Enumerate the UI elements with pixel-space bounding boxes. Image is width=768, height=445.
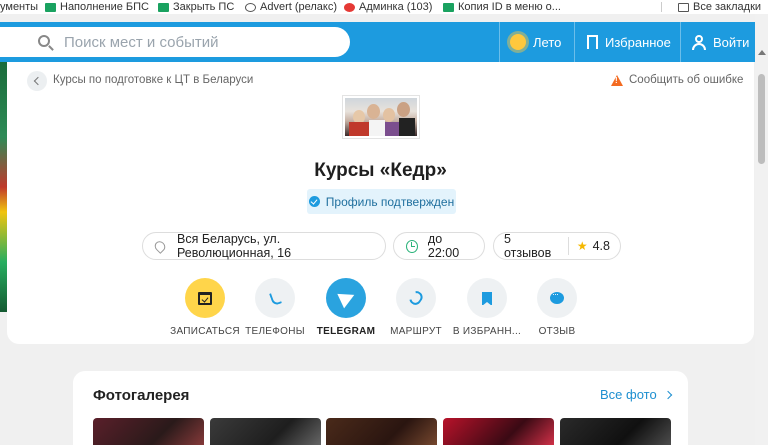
- book-button[interactable]: [185, 278, 225, 318]
- all-photos-link[interactable]: Все фото: [600, 387, 672, 402]
- bookmark-item[interactable]: Закрыть ПС: [158, 0, 234, 14]
- profile-photo[interactable]: [342, 95, 420, 139]
- book-action[interactable]: ЗАПИСАТЬСЯ: [170, 278, 240, 337]
- favorites-label: Избранное: [605, 34, 671, 50]
- bookmark-label: Закрыть ПС: [173, 1, 235, 13]
- address-text: Вся Беларусь, ул. Революционная, 16: [177, 232, 292, 260]
- bookmark-label: ументы: [0, 1, 39, 13]
- folder-icon: [678, 2, 689, 12]
- bookmarks-bar: ументы Наполнение БПС Закрыть ПС Advert …: [0, 0, 768, 14]
- verified-label: Профиль подтвержден: [325, 194, 455, 209]
- back-button[interactable]: [27, 71, 47, 91]
- report-error-label: Сообщить об ошибке: [629, 74, 744, 86]
- review-button[interactable]: [537, 278, 577, 318]
- bookmark-label: Наполнение БПС: [60, 1, 149, 13]
- route-icon: [407, 288, 425, 308]
- bookmark-item[interactable]: Наполнение БПС: [45, 0, 149, 14]
- sheets-icon: [45, 2, 56, 12]
- bookmarks-divider: [661, 2, 662, 12]
- route-button[interactable]: [396, 278, 436, 318]
- calendar-check-icon: [198, 291, 212, 305]
- bookmark-item[interactable]: ументы: [0, 0, 38, 14]
- season-button[interactable]: Лето: [510, 22, 561, 62]
- gallery-title: Фотогалерея: [93, 387, 190, 404]
- favorite-action[interactable]: В ИЗБРАНН...: [452, 278, 522, 337]
- sheets-icon: [443, 2, 454, 12]
- phones-button[interactable]: [255, 278, 295, 318]
- map-pin-icon: [152, 238, 168, 254]
- route-label: МАРШРУТ: [390, 326, 442, 337]
- bookmark-item[interactable]: Копия ID в меню о...: [443, 0, 561, 14]
- gallery-thumbnail[interactable]: [443, 418, 554, 445]
- photo-gallery: Фотогалерея Все фото: [73, 371, 688, 445]
- page-title: Курсы «Кедр»: [314, 160, 447, 181]
- favorite-label: В ИЗБРАНН...: [452, 326, 522, 337]
- chevron-right-icon: [663, 390, 672, 399]
- breadcrumb[interactable]: Курсы по подготовке к ЦТ в Беларуси: [53, 74, 253, 86]
- verified-badge: Профиль подтвержден: [307, 189, 456, 214]
- address-pill[interactable]: Вся Беларусь, ул. Революционная, 16: [142, 232, 386, 260]
- review-label: ОТЗЫВ: [538, 326, 576, 337]
- phone-icon: [268, 290, 282, 306]
- bookmark-icon: [587, 35, 598, 52]
- header-divider: [574, 22, 575, 62]
- scroll-thumb[interactable]: [758, 74, 765, 164]
- bookmark-label: Все закладки: [693, 1, 762, 13]
- site-header: Лето Избранное Войти: [0, 22, 755, 62]
- header-divider: [680, 22, 681, 62]
- login-button[interactable]: Войти: [692, 22, 749, 62]
- telegram-icon: [337, 287, 358, 309]
- gallery-thumbnail[interactable]: [326, 418, 437, 445]
- phones-label: ТЕЛЕФОНЫ: [245, 326, 305, 337]
- pill-divider: [567, 237, 569, 255]
- clock-icon: [406, 239, 418, 253]
- favorite-button[interactable]: [467, 278, 507, 318]
- report-error-link[interactable]: Сообщить об ошибке: [611, 74, 743, 86]
- search-input[interactable]: [64, 34, 334, 51]
- sun-icon: [510, 34, 526, 50]
- search-box[interactable]: [0, 27, 350, 57]
- background-decoration: [0, 62, 7, 312]
- hours-pill[interactable]: до 22:00: [393, 232, 485, 260]
- bookmark-item[interactable]: Advert (релакс): [245, 0, 337, 14]
- star-icon: ★: [576, 239, 588, 253]
- favorites-button[interactable]: Избранное: [587, 22, 671, 62]
- telegram-label: TELEGRAM: [316, 326, 376, 337]
- header-divider: [499, 22, 500, 62]
- gallery-thumbnail[interactable]: [560, 418, 671, 445]
- bookmark-label: Админка (103): [359, 1, 433, 13]
- all-photos-label: Все фото: [600, 387, 657, 402]
- scroll-up-icon[interactable]: [758, 50, 766, 55]
- rating-value: 4.8: [592, 239, 610, 253]
- gallery-thumbnail[interactable]: [93, 418, 204, 445]
- book-label: ЗАПИСАТЬСЯ: [170, 326, 240, 337]
- review-action[interactable]: ОТЗЫВ: [522, 278, 592, 337]
- bookmark-item[interactable]: Админка (103): [344, 0, 432, 14]
- bookmark-item[interactable]: Все закладки: [678, 0, 761, 14]
- profile-card: Курсы по подготовке к ЦТ в Беларуси Сооб…: [7, 62, 754, 344]
- warning-icon: [611, 74, 623, 86]
- route-action[interactable]: МАРШРУТ: [381, 278, 451, 337]
- bookmark-icon: [482, 291, 492, 306]
- phones-action[interactable]: ТЕЛЕФОНЫ: [240, 278, 310, 337]
- chat-icon: [550, 289, 564, 304]
- reviews-pill[interactable]: 5 отзывов ★ 4.8: [493, 232, 621, 260]
- red-circle-icon: [344, 2, 355, 12]
- bookmark-label: Копия ID в меню о...: [458, 1, 561, 13]
- hours-text: до 22:00: [427, 232, 460, 260]
- group-photo-image: [345, 98, 417, 136]
- reviews-count: 5 отзывов: [504, 232, 552, 260]
- login-label: Войти: [713, 34, 750, 50]
- sheets-icon: [158, 2, 169, 12]
- check-circle-icon: [308, 196, 320, 207]
- gallery-thumbnail[interactable]: [210, 418, 321, 445]
- telegram-button[interactable]: [326, 278, 366, 318]
- globe-icon: [245, 2, 256, 12]
- user-icon: [692, 34, 706, 50]
- telegram-action[interactable]: TELEGRAM: [311, 278, 381, 337]
- search-icon: [38, 35, 50, 47]
- season-label: Лето: [533, 34, 562, 50]
- page-scrollbar[interactable]: [755, 14, 768, 445]
- bookmark-label: Advert (релакс): [260, 1, 338, 13]
